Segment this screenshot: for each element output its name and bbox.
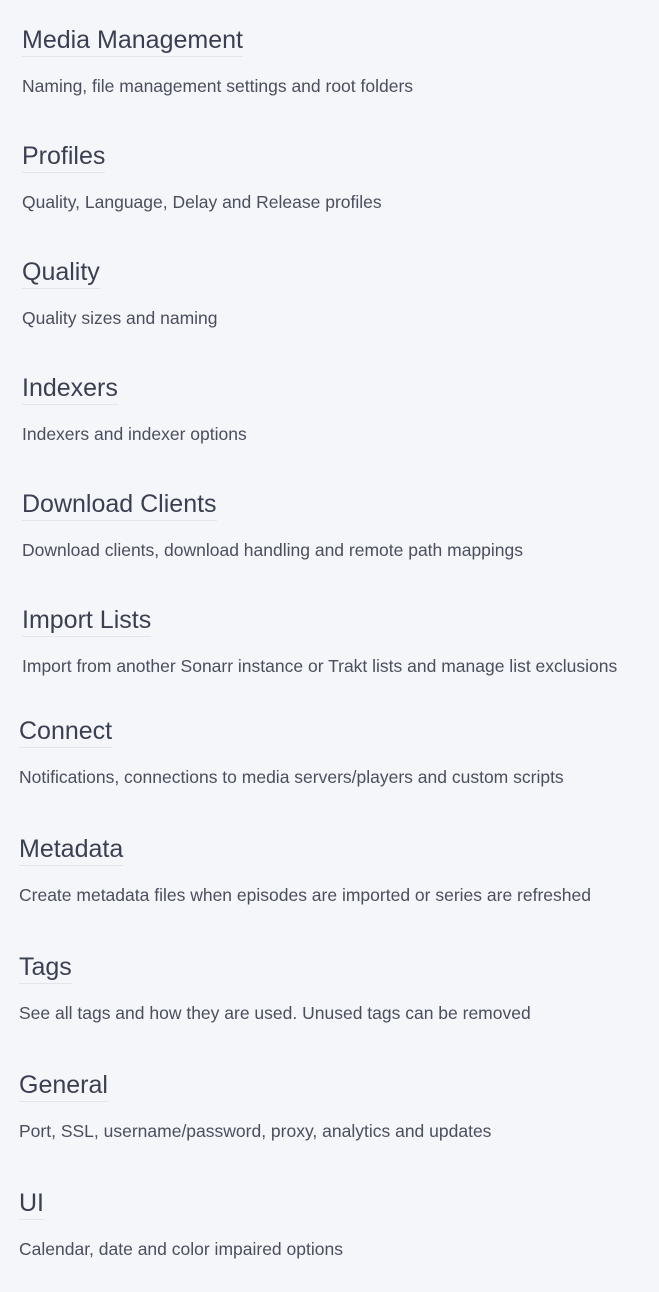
import-lists-summary: Import from another Sonarr instance or T… (22, 656, 618, 676)
indexers-summary: Indexers and indexer options (22, 424, 247, 444)
import-lists-link[interactable]: Import Lists (22, 605, 152, 637)
ui-summary: Calendar, date and color impaired option… (19, 1239, 343, 1259)
download-clients-link[interactable]: Download Clients (22, 489, 217, 521)
quality-summary: Quality sizes and naming (22, 308, 218, 328)
media-management-link[interactable]: Media Management (22, 25, 243, 57)
connect-summary: Notifications, connections to media serv… (19, 767, 564, 787)
general-link[interactable]: General (19, 1070, 108, 1102)
tags-summary: See all tags and how they are used. Unus… (19, 1003, 531, 1023)
media-management-summary: Naming, file management settings and roo… (22, 76, 414, 96)
metadata-link[interactable]: Metadata (19, 834, 124, 866)
download-clients-summary: Download clients, download handling and … (22, 540, 524, 560)
general-summary: Port, SSL, username/password, proxy, ana… (19, 1121, 492, 1141)
tags-link[interactable]: Tags (19, 952, 72, 984)
metadata-summary: Create metadata files when episodes are … (19, 885, 591, 905)
ui-link[interactable]: UI (19, 1188, 44, 1220)
connect-link[interactable]: Connect (19, 716, 113, 748)
settings-list: Media Management Naming, file management… (0, 0, 659, 1292)
profiles-link[interactable]: Profiles (22, 141, 106, 173)
quality-link[interactable]: Quality (22, 257, 100, 289)
indexers-link[interactable]: Indexers (22, 373, 118, 405)
profiles-summary: Quality, Language, Delay and Release pro… (22, 192, 382, 212)
